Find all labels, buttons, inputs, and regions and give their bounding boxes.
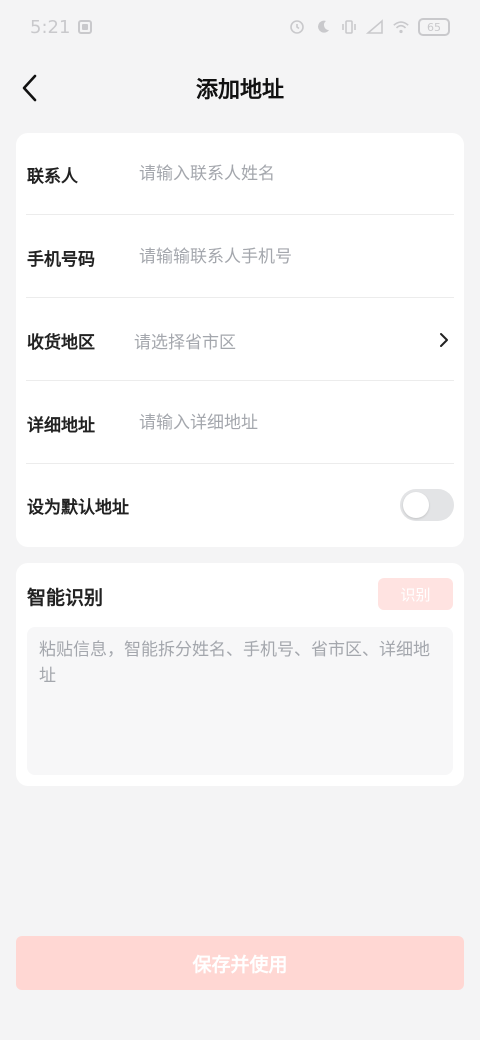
status-bar-left: 5:21: [30, 16, 93, 38]
region-placeholder: 请选择省市区: [134, 332, 236, 353]
contact-row: 联系人: [26, 133, 454, 215]
page-title: 添加地址: [195, 78, 284, 103]
alarm-icon: [288, 18, 306, 36]
header: 添加地址: [0, 60, 480, 118]
detail-label: 详细地址: [27, 415, 95, 436]
moon-icon: [314, 18, 332, 36]
default-label: 设为默认地址: [27, 497, 129, 518]
smart-paste-textarea[interactable]: [27, 627, 453, 775]
chevron-right-icon: [436, 332, 452, 348]
address-form-card: 联系人 手机号码 收货地区 请选择省市区 详细地址 设为默认地址: [16, 133, 464, 547]
phone-row: 手机号码: [26, 216, 454, 298]
wifi-icon: [392, 18, 410, 36]
toggle-knob: [403, 492, 429, 518]
smart-recognition-card: 智能识别 识别: [16, 563, 464, 786]
vibrate-icon: [340, 18, 358, 36]
status-time: 5:21: [30, 16, 71, 38]
contact-input[interactable]: [139, 164, 434, 184]
phone-input[interactable]: [139, 247, 434, 267]
save-and-use-button[interactable]: 保存并使用: [16, 936, 464, 990]
region-row[interactable]: 收货地区 请选择省市区: [26, 299, 454, 381]
detail-input[interactable]: [139, 413, 434, 433]
signal-icon: [366, 18, 384, 36]
smart-title: 智能识别: [27, 587, 104, 609]
notification-square-icon: [78, 20, 93, 34]
status-bar: 5:21 65: [0, 0, 480, 54]
contact-label: 联系人: [27, 166, 78, 187]
detail-row: 详细地址: [26, 382, 454, 464]
default-row: 设为默认地址: [26, 464, 454, 546]
battery-icon: 65: [418, 18, 450, 36]
recognize-button[interactable]: 识别: [378, 578, 453, 610]
default-toggle[interactable]: [400, 489, 454, 521]
status-bar-right: 65: [288, 18, 450, 36]
region-label: 收货地区: [27, 332, 95, 353]
phone-label: 手机号码: [27, 249, 95, 270]
battery-level: 65: [427, 20, 441, 34]
